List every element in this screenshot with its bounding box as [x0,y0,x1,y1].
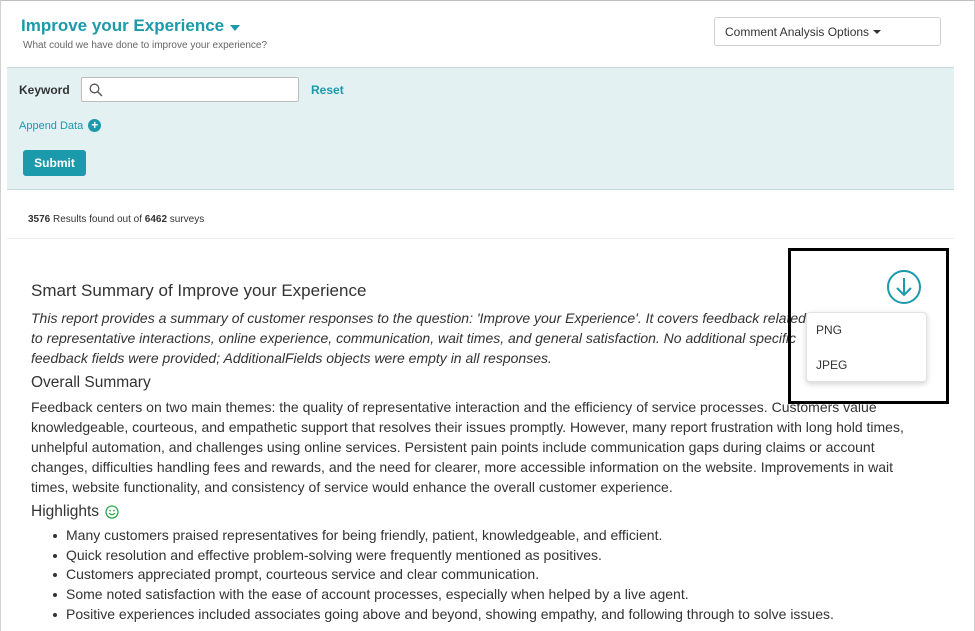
page-title[interactable]: Improve your Experience [21,16,224,36]
results-total-count: 6462 [144,214,168,225]
highlights-list: Many customers praised representatives f… [31,526,921,625]
overall-summary-heading: Overall Summary [31,374,921,392]
search-icon [89,83,103,97]
list-item: Positive experiences included associates… [31,605,921,625]
reset-link[interactable]: Reset [311,83,344,97]
menu-item-jpeg[interactable]: JPEG [816,358,847,372]
overall-summary-text: Feedback centers on two main themes: the… [31,399,904,495]
keyword-input[interactable] [108,80,294,99]
append-data-row[interactable]: Append Data + [19,119,102,132]
download-circle-icon[interactable] [886,269,922,305]
comment-analysis-options-button[interactable]: Comment Analysis Options [714,17,941,46]
list-item: Some noted satisfaction with the ease of… [31,585,921,605]
options-button-label: Comment Analysis Options [725,24,870,39]
submit-button[interactable]: Submit [23,150,86,176]
download-format-menu: PNG JPEG [806,312,927,382]
list-item: Many customers praised representatives f… [31,526,921,546]
caret-down-icon [873,29,882,34]
page-subtitle: What could we have done to improve your … [23,40,268,51]
highlights-heading-text: Highlights [31,503,100,520]
list-item: Quick resolution and effective problem-s… [31,546,921,566]
plus-circle-icon[interactable]: + [88,119,102,132]
summary-intro: This report provides a summary of custom… [31,310,806,366]
list-item: Customers appreciated prompt, courteous … [31,565,921,585]
title-dropdown[interactable]: Improve your Experience [21,16,241,36]
summary-title: Smart Summary of Improve your Experience [31,281,367,300]
filter-panel: Keyword Reset Append Data + Submit [7,67,954,190]
keyword-label: Keyword [19,83,70,97]
app-frame: Improve your Experience What could we ha… [0,0,975,631]
highlights-heading: Highlights [31,503,921,521]
page-header: Improve your Experience What could we ha… [1,1,954,67]
summary-content: Smart Summary of Improve your Experience… [31,281,921,625]
caret-down-icon[interactable] [230,24,241,31]
results-found-count: 3576 [28,214,51,225]
menu-item-png[interactable]: PNG [816,323,842,337]
results-text: Results found out of [50,214,145,225]
results-count: 3576 Results found out of 6462 surveys [28,214,204,225]
results-text-end: surveys [167,214,205,225]
append-data-link[interactable]: Append Data [19,120,83,132]
keyword-search-box[interactable] [81,77,299,102]
smile-icon [105,505,119,519]
overall-summary-heading-text: Overall Summary [31,374,151,391]
